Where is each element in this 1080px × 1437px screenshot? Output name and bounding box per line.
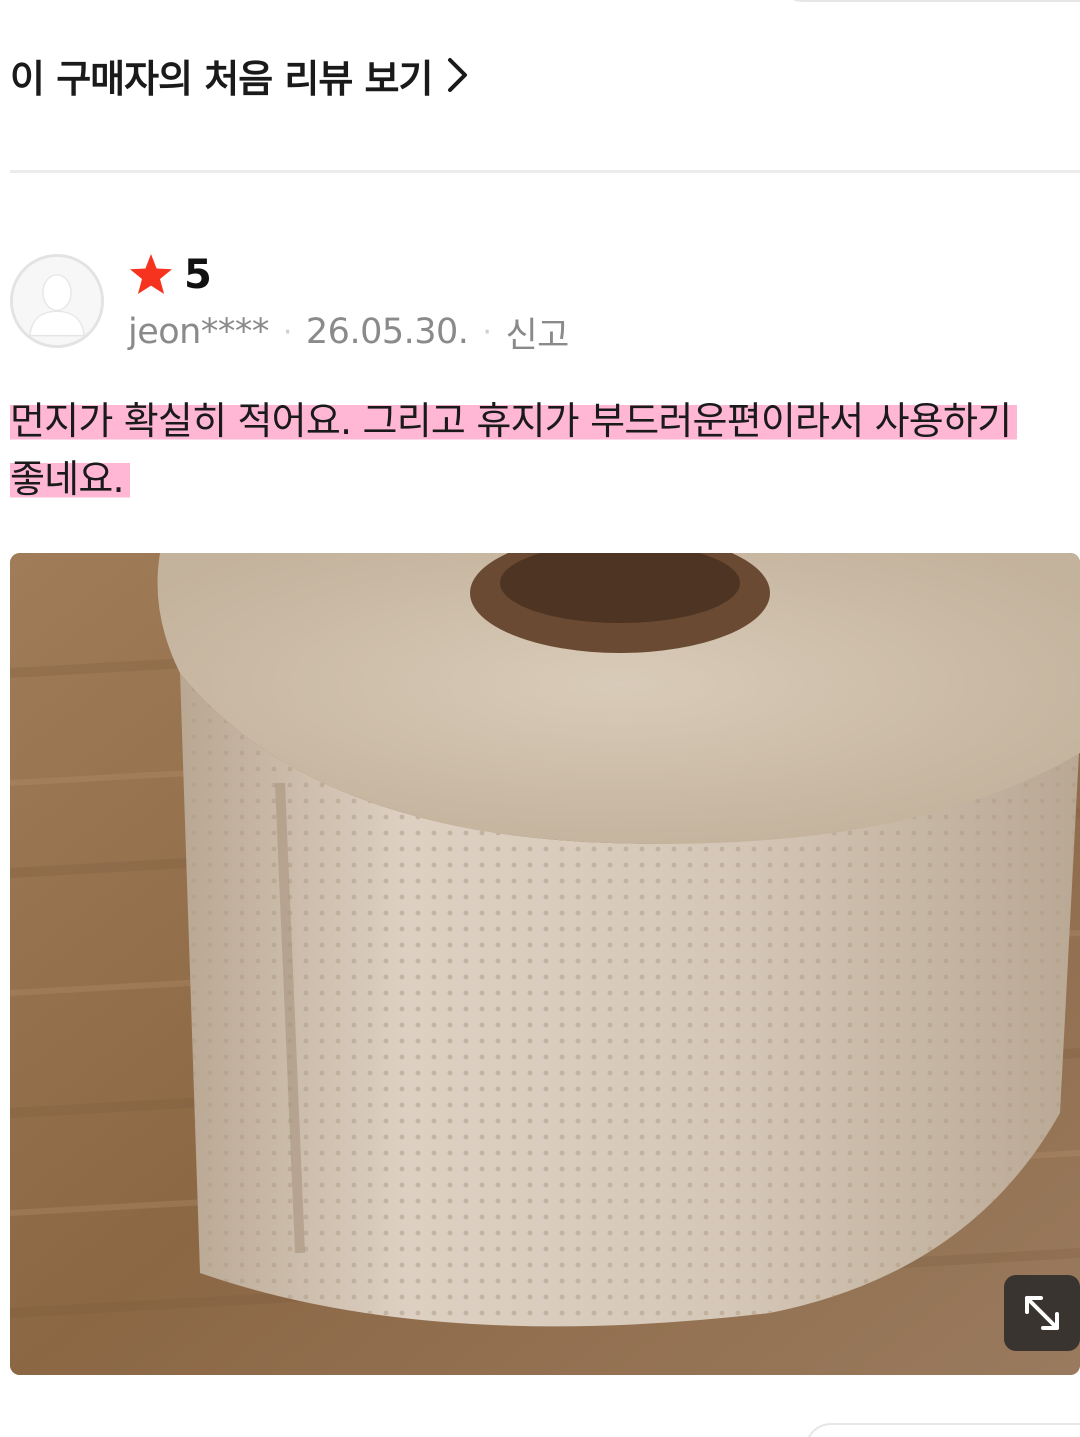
first-review-link-label: 이 구매자의 처음 리뷰 보기	[10, 56, 433, 101]
next-card-edge	[805, 1423, 1080, 1437]
section-divider	[10, 170, 1080, 173]
rating-score: 5	[184, 252, 212, 298]
expand-icon	[1025, 1296, 1059, 1330]
toilet-paper-roll-photo	[10, 553, 1080, 1375]
chevron-right-icon	[444, 55, 472, 95]
review-text-line1: 먼지가 확실히 적어요. 그리고 휴지가 부드러운편이라서 사용하기	[10, 399, 1018, 443]
default-user-icon	[13, 257, 101, 345]
reviewer-username: jeon****	[128, 312, 269, 352]
review-photo[interactable]	[10, 553, 1080, 1375]
review-text: 먼지가 확실히 적어요. 그리고 휴지가 부드러운편이라서 사용하기 좋네요.	[10, 392, 1050, 508]
review-date: 26.05.30.	[305, 312, 469, 352]
separator-dot: ·	[482, 314, 492, 350]
review-meta: jeon**** · 26.05.30. · 신고	[128, 308, 569, 356]
previous-card-edge	[780, 0, 1080, 2]
separator-dot: ·	[282, 314, 293, 350]
expand-photo-button[interactable]	[1004, 1275, 1080, 1351]
report-button[interactable]: 신고	[505, 307, 569, 358]
rating: 5	[128, 250, 212, 300]
avatar	[10, 254, 104, 348]
star-icon	[130, 254, 172, 294]
first-review-link[interactable]: 이 구매자의 처음 리뷰 보기	[10, 40, 472, 110]
review-text-line2: 좋네요.	[10, 457, 130, 501]
